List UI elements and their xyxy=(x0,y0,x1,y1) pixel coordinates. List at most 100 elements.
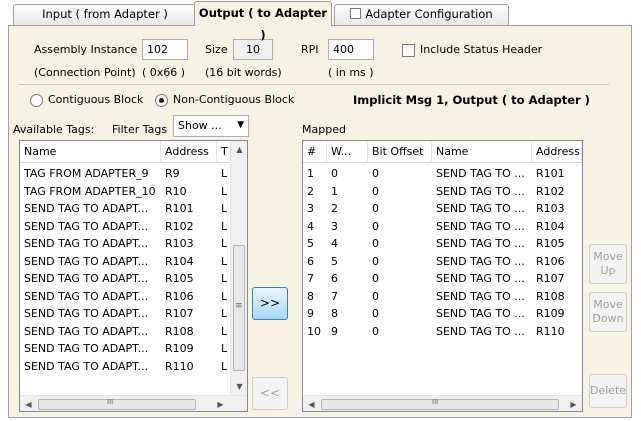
grip-icon: ≡ xyxy=(235,301,243,311)
cell-type: L xyxy=(221,202,228,215)
table-row[interactable]: SEND TAG TO ADAPT... R102 L xyxy=(20,219,230,234)
cell-bit-offset: 0 xyxy=(372,184,379,198)
table-row[interactable]: 2 1 0 SEND TAG TO ... R102 xyxy=(303,184,582,199)
table-row[interactable]: SEND TAG TO ADAPT... R110 L xyxy=(20,359,230,374)
table-row[interactable]: SEND TAG TO ADAPT... R107 L xyxy=(20,306,230,321)
scroll-down-icon[interactable]: ▼ xyxy=(231,378,247,395)
mapped-hscroll-thumb[interactable]: III xyxy=(321,398,559,410)
delete-button[interactable]: Delete xyxy=(589,374,627,408)
move-down-button[interactable]: Move Down xyxy=(589,292,627,332)
tab-output[interactable]: Output ( to Adapter ) xyxy=(194,1,332,42)
header-separator xyxy=(19,84,609,85)
include-status-header-label: Include Status Header xyxy=(420,43,543,56)
column-header-mapped-name[interactable]: Name xyxy=(432,141,532,163)
column-header-mapped-address[interactable]: Address xyxy=(532,141,582,163)
mapped-label: Mapped xyxy=(302,123,346,136)
move-up-button[interactable]: Move Up xyxy=(589,244,627,284)
scroll-up-icon[interactable]: ▲ xyxy=(231,141,247,158)
contiguous-block-radio[interactable] xyxy=(30,94,43,107)
cell-bit-offset: 0 xyxy=(372,324,379,338)
table-row[interactable]: 7 6 0 SEND TAG TO ... R107 xyxy=(303,271,582,286)
include-status-header-checkbox[interactable] xyxy=(402,44,415,57)
assembly-instance-label: Assembly Instance xyxy=(34,43,138,56)
cell-name: SEND TAG TO ... xyxy=(436,202,525,215)
cell-type: L xyxy=(221,219,228,233)
filter-tags-select[interactable]: Show ... ▼ xyxy=(173,115,249,137)
mapped-grid[interactable]: # W... Bit Offset Name Address 1 0 0 SEND T… xyxy=(302,140,583,412)
cell-type: L xyxy=(221,324,228,338)
cell-address: R105 xyxy=(165,272,194,285)
table-row[interactable]: SEND TAG TO ADAPT... R101 L xyxy=(20,201,230,216)
available-tags-grid[interactable]: Name Address T TAG FROM ADAPTER_9 R9 L TAG … xyxy=(19,140,248,412)
column-header-word[interactable]: W... xyxy=(327,141,368,163)
cell-address: R106 xyxy=(165,289,194,303)
cell-name: SEND TAG TO ADAPT... xyxy=(24,342,149,355)
table-row[interactable]: 8 7 0 SEND TAG TO ... R108 xyxy=(303,289,582,304)
cell-index: 6 xyxy=(307,254,314,268)
table-row[interactable]: 10 9 0 SEND TAG TO ... R110 xyxy=(303,324,582,339)
available-hscroll-thumb[interactable]: III xyxy=(38,398,196,410)
cell-type: L xyxy=(221,237,228,250)
cell-address: R108 xyxy=(165,324,194,338)
cell-name: SEND TAG TO ADAPT... xyxy=(24,289,149,303)
available-horizontal-scrollbar[interactable]: ◀ III ▶ xyxy=(20,395,247,411)
cell-bit-offset: 0 xyxy=(372,307,379,320)
remove-from-mapped-button[interactable]: << xyxy=(252,377,288,410)
cell-name: SEND TAG TO ADAPT... xyxy=(24,324,149,338)
non-contiguous-block-radio[interactable] xyxy=(155,94,168,107)
scroll-left-icon[interactable]: ◀ xyxy=(303,396,320,411)
grip-icon: III xyxy=(432,398,439,406)
table-row[interactable]: 5 4 0 SEND TAG TO ... R105 xyxy=(303,236,582,251)
column-header-name[interactable]: Name xyxy=(20,141,161,163)
column-header-address[interactable]: Address xyxy=(161,141,217,163)
rpi-unit-label: ( in ms ) xyxy=(328,66,374,79)
column-header-index[interactable]: # xyxy=(303,141,327,163)
tab-checkbox-icon[interactable] xyxy=(350,8,362,19)
column-header-bit-offset[interactable]: Bit Offset xyxy=(368,141,432,163)
available-tags-label: Available Tags: xyxy=(13,123,95,136)
table-row[interactable]: 6 5 0 SEND TAG TO ... R106 xyxy=(303,254,582,269)
table-row[interactable]: 4 3 0 SEND TAG TO ... R104 xyxy=(303,219,582,234)
cell-address: R105 xyxy=(536,237,565,250)
cell-address: R101 xyxy=(536,167,565,180)
cell-name: SEND TAG TO ... xyxy=(436,289,525,303)
cell-type: L xyxy=(221,167,228,180)
table-row[interactable]: SEND TAG TO ADAPT... R109 L xyxy=(20,341,230,356)
assembly-instance-input[interactable]: 102 xyxy=(142,39,188,60)
cell-word: 2 xyxy=(331,202,338,215)
table-row[interactable]: SEND TAG TO ADAPT... R103 L xyxy=(20,236,230,251)
scroll-left-icon[interactable]: ◀ xyxy=(20,396,37,411)
table-row[interactable]: 1 0 0 SEND TAG TO ... R101 xyxy=(303,166,582,181)
tab-input[interactable]: Input ( from Adapter ) xyxy=(13,4,197,25)
mapped-horizontal-scrollbar[interactable]: ◀ III ▶ xyxy=(303,395,582,411)
table-row[interactable]: 3 2 0 SEND TAG TO ... R103 xyxy=(303,201,582,216)
cell-word: 9 xyxy=(331,324,338,338)
add-to-mapped-button[interactable]: >> xyxy=(252,287,288,320)
table-row[interactable]: SEND TAG TO ADAPT... R108 L xyxy=(20,324,230,339)
cell-address: R109 xyxy=(536,307,565,320)
scroll-right-icon[interactable]: ▶ xyxy=(212,396,229,411)
tab-adapter-config[interactable]: Adapter Configuration Data xyxy=(334,4,509,40)
available-vscroll-thumb[interactable]: ≡ xyxy=(233,245,245,371)
cell-index: 8 xyxy=(307,289,314,303)
cell-index: 5 xyxy=(307,237,314,250)
table-row[interactable]: 9 8 0 SEND TAG TO ... R109 xyxy=(303,306,582,321)
scroll-right-icon[interactable]: ▶ xyxy=(565,396,582,411)
column-header-type[interactable]: T xyxy=(217,141,231,163)
cell-name: SEND TAG TO ADAPT... xyxy=(24,202,149,215)
cell-word: 3 xyxy=(331,219,338,233)
cell-name: SEND TAG TO ADAPT... xyxy=(24,254,149,268)
cell-index: 7 xyxy=(307,272,314,285)
mapped-grid-header: # W... Bit Offset Name Address xyxy=(303,141,582,163)
cell-type: L xyxy=(221,307,228,320)
table-row[interactable]: SEND TAG TO ADAPT... R105 L xyxy=(20,271,230,286)
table-row[interactable]: TAG FROM ADAPTER_10 R10 L xyxy=(20,184,230,199)
rpi-label: RPI xyxy=(301,43,319,56)
rpi-input[interactable]: 400 xyxy=(328,39,374,60)
cell-name: TAG FROM ADAPTER_10 xyxy=(24,184,156,198)
available-vertical-scrollbar[interactable]: ▲ ≡ ▼ xyxy=(230,141,247,395)
table-row[interactable]: SEND TAG TO ADAPT... R104 L xyxy=(20,254,230,269)
table-row[interactable]: SEND TAG TO ADAPT... R106 L xyxy=(20,289,230,304)
table-row[interactable]: TAG FROM ADAPTER_9 R9 L xyxy=(20,166,230,181)
cell-name: SEND TAG TO ADAPT... xyxy=(24,307,149,320)
